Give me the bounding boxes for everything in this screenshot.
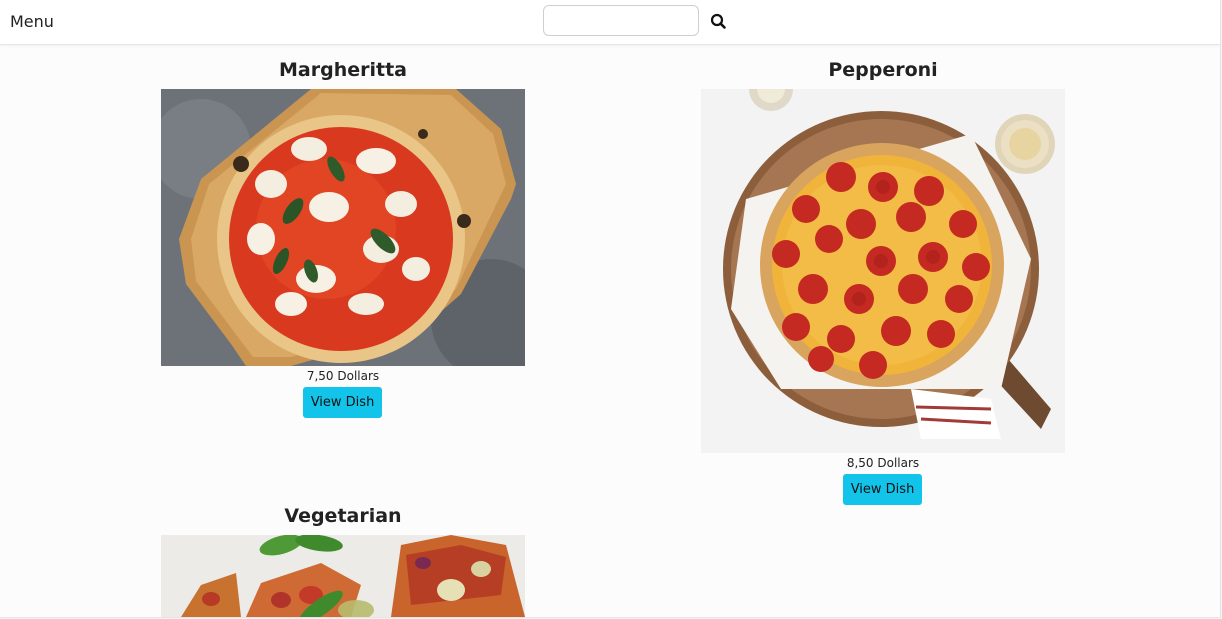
search-icon	[710, 13, 726, 29]
dish-price: 8,50 Dollars	[846, 456, 920, 470]
dish-card-pepperoni: Pepperoni 8,50 Dollars View Dish	[701, 58, 1065, 508]
search-button[interactable]	[707, 10, 729, 32]
dish-image-pepperoni	[701, 89, 1065, 453]
view-dish-button[interactable]: View Dish	[303, 387, 382, 418]
view-dish-button[interactable]: View Dish	[843, 474, 922, 505]
menu-link[interactable]: Menu	[10, 12, 54, 31]
navbar: Menu	[0, 0, 1220, 45]
dish-image-margheritta	[161, 89, 525, 366]
dish-title: Margheritta	[279, 59, 407, 81]
dish-title: Pepperoni	[828, 59, 938, 81]
dish-card-margheritta: Margheritta 7,50 Dollars View Dish	[161, 58, 525, 423]
dish-price: 7,50 Dollars	[306, 369, 380, 383]
dish-card-vegetarian: Vegetarian	[161, 504, 525, 617]
dish-image-vegetarian	[161, 535, 525, 617]
dish-title: Vegetarian	[284, 505, 402, 527]
search-input[interactable]	[543, 5, 699, 36]
page: Menu Margheritta 7,50 Dollars View Dish …	[0, 0, 1221, 618]
